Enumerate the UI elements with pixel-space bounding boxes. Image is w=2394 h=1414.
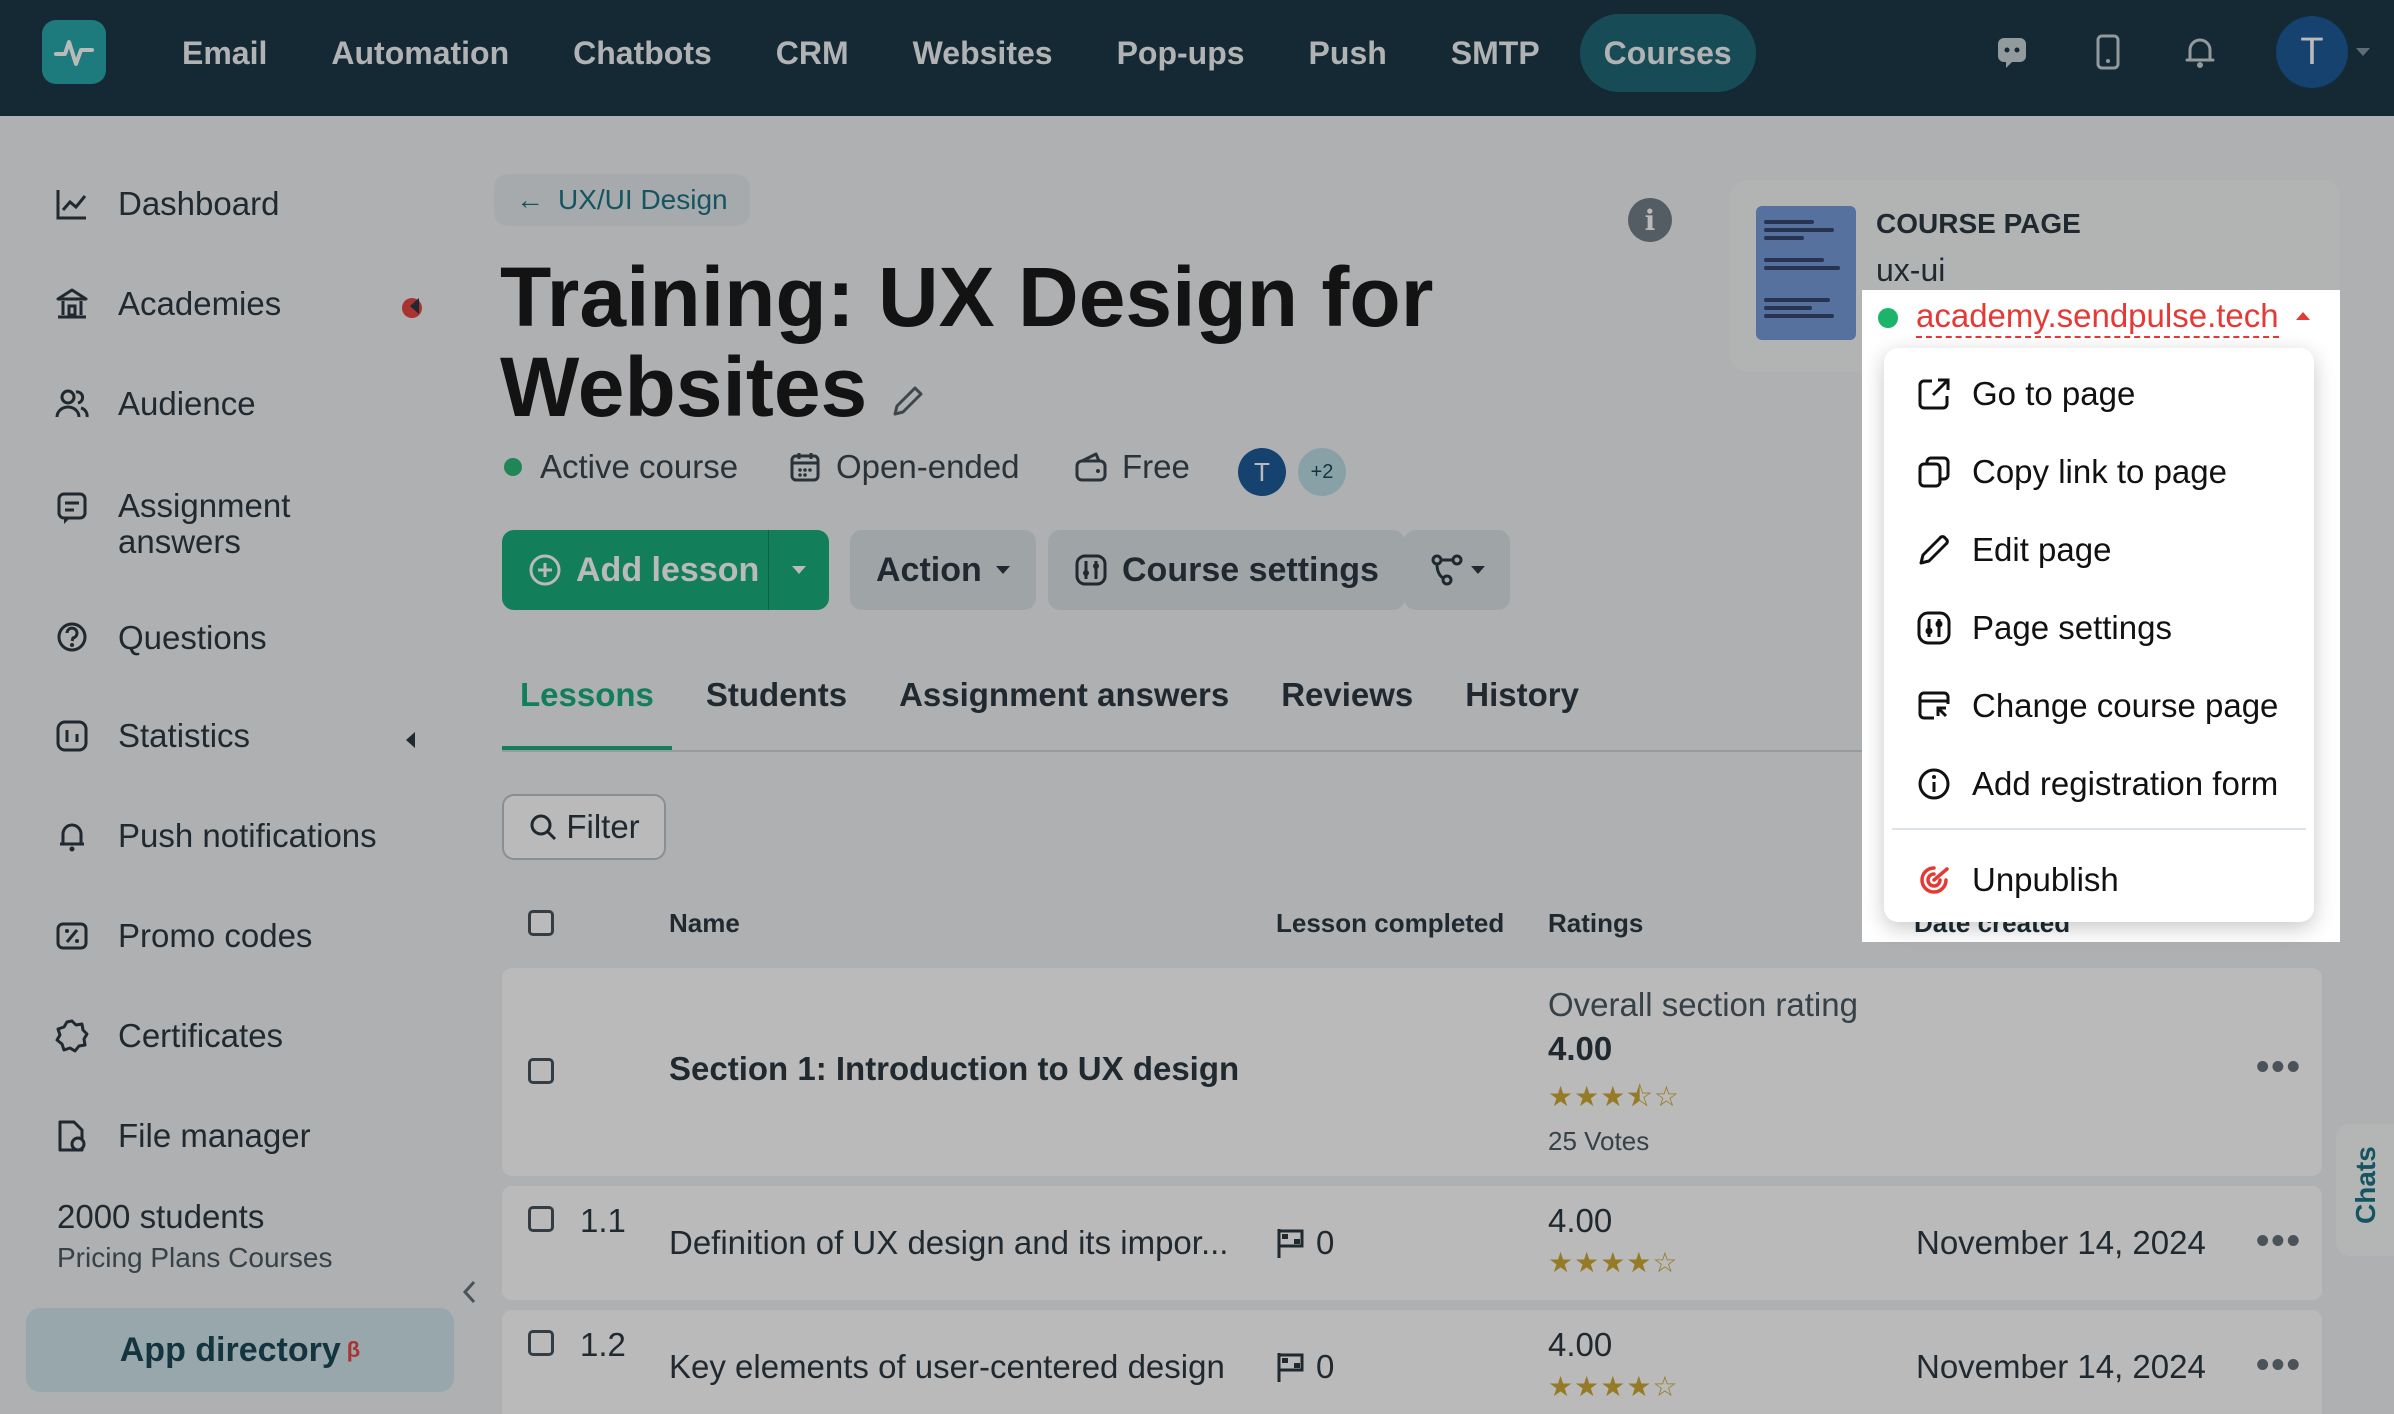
chevron-up-icon[interactable] [2296, 312, 2310, 320]
menu-item-copy-link[interactable]: Copy link to page [1914, 448, 2227, 496]
unpublish-icon [1914, 860, 1954, 900]
menu-item-change-course-page[interactable]: Change course page [1914, 682, 2278, 730]
swap-page-icon [1914, 686, 1954, 726]
info-icon [1914, 764, 1954, 804]
menu-item-edit-page[interactable]: Edit page [1914, 526, 2111, 574]
external-link-icon [1914, 374, 1954, 414]
menu-item-label: Change course page [1972, 687, 2279, 724]
menu-item-label: Go to page [1972, 375, 2136, 412]
pencil-icon [1914, 530, 1954, 570]
menu-item-label: Page settings [1972, 609, 2172, 646]
menu-item-page-settings[interactable]: Page settings [1914, 604, 2172, 652]
menu-item-add-registration-form[interactable]: Add registration form [1914, 760, 2278, 808]
menu-item-label: Add registration form [1972, 765, 2279, 802]
menu-item-label: Copy link to page [1972, 453, 2227, 490]
course-page-url-link[interactable]: academy.sendpulse.tech [1916, 296, 2279, 338]
course-page-menu: Go to page Copy link to page Edit page P… [1884, 348, 2314, 922]
copy-icon [1914, 452, 1954, 492]
menu-item-go-to-page[interactable]: Go to page [1914, 370, 2135, 418]
settings-sliders-icon [1914, 608, 1954, 648]
menu-item-unpublish[interactable]: Unpublish [1914, 856, 2119, 904]
menu-item-label: Unpublish [1972, 861, 2119, 898]
status-dot [1878, 308, 1898, 328]
menu-divider [1892, 828, 2306, 830]
menu-item-label: Edit page [1972, 531, 2112, 568]
